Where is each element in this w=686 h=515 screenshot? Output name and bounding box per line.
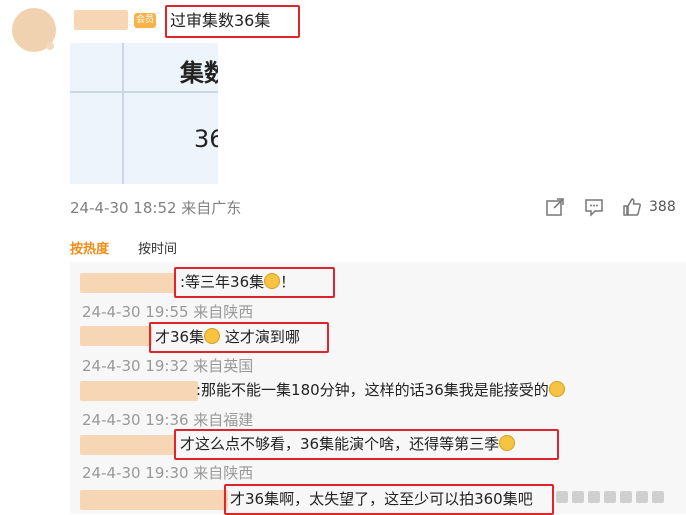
post-text: 过审集数36集: [165, 5, 300, 38]
comment-text-suffix: ！: [280, 273, 296, 291]
avatar-badge: [46, 42, 54, 50]
like-icon[interactable]: [622, 197, 642, 217]
comment-meta: 24-4-30 19:30 来自陕西: [82, 464, 254, 482]
vip-badge: 会员: [134, 13, 156, 28]
comment-text: :那能不能一集180分钟，这样的话36集我是能接受的: [196, 377, 596, 405]
comment-text-content: :那能不能一集180分钟，这样的话36集我是能接受的: [196, 381, 549, 399]
tab-sort-time[interactable]: 按时间: [138, 238, 177, 257]
comment-meta: 24-4-30 19:55 来自陕西: [82, 303, 254, 321]
comment-username-redacted[interactable]: [80, 273, 176, 293]
comment-text: :等三年36集 ！: [174, 267, 335, 298]
comment-text: 才36集 这才演到哪: [149, 322, 329, 353]
comment-text: 才这么点不够看，36集能演个啥，还得等第三季: [174, 429, 559, 460]
comment-username-redacted[interactable]: [80, 490, 228, 510]
comment-text-content: 才36集: [155, 328, 205, 346]
username-redacted[interactable]: [74, 10, 128, 30]
comment-meta: 24-4-30 19:32 来自英国: [82, 357, 254, 375]
emoji-icon: [548, 381, 565, 397]
comment-text: 才36集啊，太失望了，这至少可以拍360集吧: [224, 484, 554, 515]
comment-text-content: 才这么点不够看，36集能演个啥，还得等第三季: [180, 435, 500, 453]
like-count: 388: [649, 199, 676, 215]
comment-username-redacted[interactable]: [80, 435, 176, 455]
comment-username-redacted[interactable]: [80, 381, 198, 401]
post-meta: 24-4-30 18:52 来自广东: [70, 199, 242, 217]
image-text-value: 36: [194, 125, 218, 153]
image-grid-line: [70, 91, 218, 93]
emoji-icon: [204, 328, 221, 344]
image-grid-line: [122, 43, 124, 184]
weibo-post-screenshot: 会员 过审集数36集 集数 36 24-4-30 18:52 来自广东 388 …: [0, 0, 686, 515]
post-image[interactable]: 集数 36: [70, 43, 218, 184]
comment-username-redacted[interactable]: [80, 326, 152, 346]
comment-text-suffix: 这才演到哪: [220, 328, 300, 346]
comment-icon[interactable]: [584, 197, 604, 217]
tab-sort-hot[interactable]: 按热度: [70, 238, 109, 257]
image-text-header: 集数: [180, 59, 218, 87]
redacted-text: [556, 488, 682, 503]
comment-meta: 24-4-30 19:36 来自福建: [82, 411, 254, 429]
share-icon[interactable]: [545, 197, 565, 217]
emoji-icon: [264, 273, 281, 289]
emoji-icon: [499, 435, 516, 451]
comment-text-content: :等三年36集: [180, 273, 265, 291]
